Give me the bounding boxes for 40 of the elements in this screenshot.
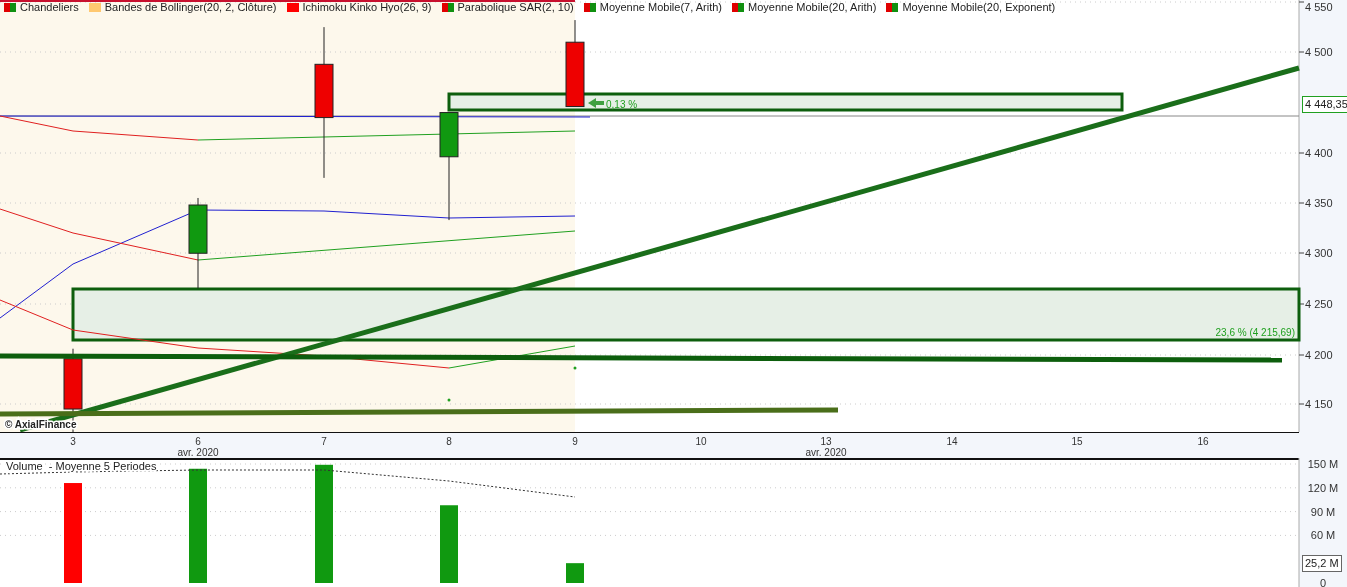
date-axis-label: 8	[446, 436, 452, 447]
date-axis-label: 7	[321, 436, 327, 447]
date-axis-label: 3	[70, 436, 76, 447]
date-axis-label: 10	[695, 436, 707, 447]
arrow-icon	[588, 98, 604, 108]
date-axis-label: 9	[572, 436, 578, 447]
legend-label: Moyenne Mobile(20, Exponent)	[902, 1, 1056, 13]
price-axis-label: 4 350	[1305, 197, 1333, 209]
month-label: avr. 2020	[805, 447, 847, 458]
sar-dot	[573, 366, 577, 370]
price-axis-label: 4 400	[1305, 147, 1333, 159]
date-axis-label: 13	[820, 436, 832, 447]
price-axis-label: 4 500	[1305, 46, 1333, 58]
volume-axis-label: 120 M	[1307, 481, 1339, 494]
date-axis-label: 14	[946, 436, 958, 447]
change-label: 0,13 %	[606, 99, 638, 110]
sar-dot	[447, 398, 451, 402]
price-axis-label: 4 250	[1305, 298, 1333, 310]
volume-axis-label: 150 M	[1307, 458, 1339, 470]
fibonacci-label: 23,6 % (4 215,69)	[1215, 327, 1295, 338]
date-axis-label: 6	[195, 436, 201, 447]
volume-tag: 25,2 M	[1302, 555, 1342, 572]
legend-label: Moyenne Mobile(20, Arith)	[748, 1, 877, 13]
legend-label: Bandes de Bollinger(20, 2, Clôture)	[104, 1, 277, 13]
date-axis-label: 15	[1071, 436, 1083, 447]
legend-label: Chandeliers	[20, 1, 79, 13]
price-axis-label: 4 300	[1305, 247, 1333, 259]
legend-label: Ichimoku Kinko Hyo(26, 9)	[302, 1, 432, 13]
price-axis-label: 4 150	[1305, 398, 1333, 410]
legend-label: Parabolique SAR(2, 10)	[457, 1, 574, 13]
volume-axis-label: 90 M	[1310, 505, 1336, 518]
price-axis-label: 4 550	[1305, 1, 1333, 13]
legend-label: Moyenne Mobile(7, Arith)	[599, 1, 722, 13]
date-axis-label: 16	[1197, 436, 1209, 447]
price-axis-label: 4 200	[1305, 349, 1333, 361]
volume-axis-label: 60 M	[1310, 529, 1336, 542]
volume-title: Volume - Moyenne 5 Periodes	[6, 460, 157, 472]
volume-axis-label: 0	[1319, 577, 1327, 587]
price-tag: 4 448,35	[1302, 96, 1347, 113]
month-label: avr. 2020	[177, 447, 219, 458]
